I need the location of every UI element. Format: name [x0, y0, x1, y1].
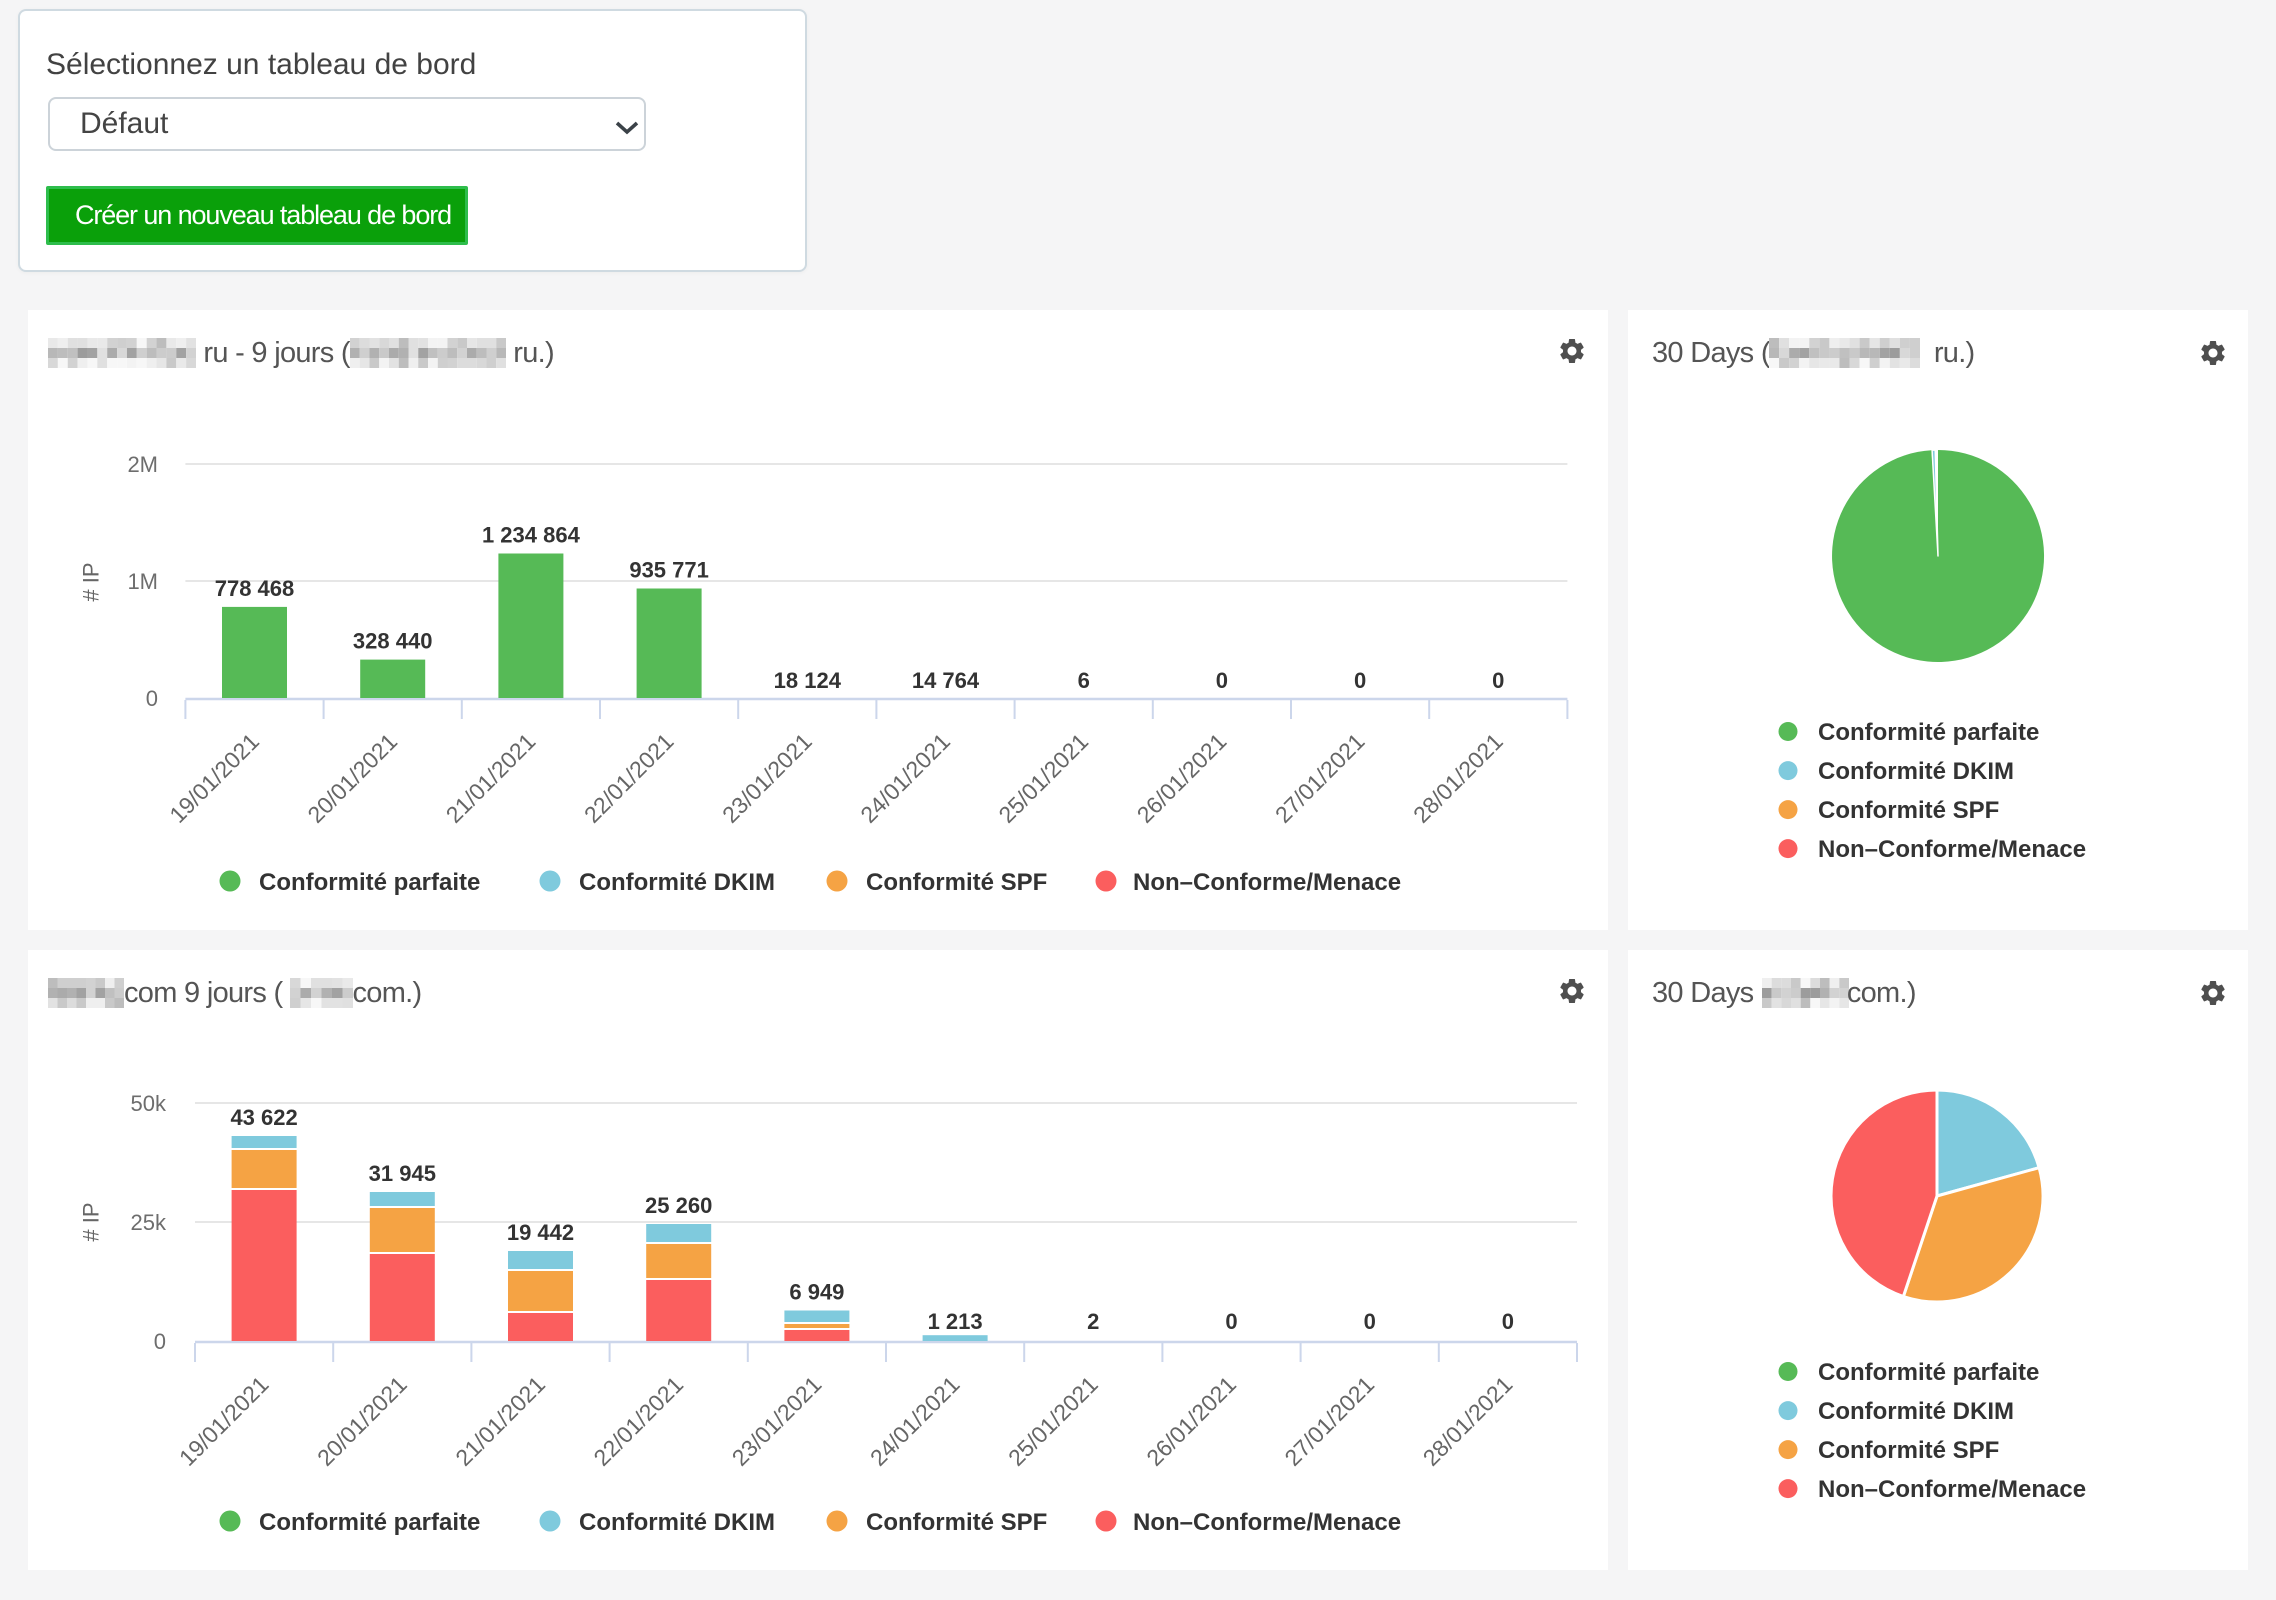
svg-text:25/01/2021: 25/01/2021 — [1003, 1371, 1103, 1471]
svg-text:1M: 1M — [127, 569, 158, 594]
svg-text:1 234 864: 1 234 864 — [482, 523, 581, 548]
svg-text:0: 0 — [146, 686, 158, 711]
svg-text:23/01/2021: 23/01/2021 — [727, 1371, 827, 1471]
svg-text:19 442: 19 442 — [507, 1220, 574, 1245]
svg-text:328 440: 328 440 — [353, 629, 433, 654]
svg-text:Conformité parfaite: Conformité parfaite — [259, 1509, 480, 1536]
svg-text:1 213: 1 213 — [928, 1309, 983, 1334]
svg-text:Conformité DKIM: Conformité DKIM — [1818, 758, 2014, 785]
svg-text:Conformité SPF: Conformité SPF — [1818, 797, 1999, 824]
svg-text:Conformité SPF: Conformité SPF — [1818, 1437, 1999, 1464]
svg-text:14 764: 14 764 — [912, 668, 980, 693]
svg-text:25k: 25k — [131, 1210, 167, 1235]
svg-text:0: 0 — [1364, 1309, 1376, 1334]
svg-text:28/01/2021: 28/01/2021 — [1408, 728, 1508, 828]
svg-text:28/01/2021: 28/01/2021 — [1418, 1371, 1518, 1471]
svg-text:25 260: 25 260 — [645, 1193, 712, 1218]
svg-text:Non–Conforme/Menace: Non–Conforme/Menace — [1818, 1476, 2086, 1503]
svg-text:24/01/2021: 24/01/2021 — [855, 728, 955, 828]
svg-text:6 949: 6 949 — [789, 1280, 844, 1305]
svg-text:Conformité DKIM: Conformité DKIM — [1818, 1398, 2014, 1425]
svg-text:21/01/2021: 21/01/2021 — [441, 728, 541, 828]
svg-text:Conformité parfaite: Conformité parfaite — [259, 869, 480, 896]
svg-text:Conformité DKIM: Conformité DKIM — [579, 869, 775, 896]
svg-text:21/01/2021: 21/01/2021 — [450, 1371, 550, 1471]
svg-text:27/01/2021: 27/01/2021 — [1270, 728, 1370, 828]
svg-text:935 771: 935 771 — [629, 558, 709, 583]
svg-text:Non–Conforme/Menace: Non–Conforme/Menace — [1818, 836, 2086, 863]
svg-text:26/01/2021: 26/01/2021 — [1141, 1371, 1241, 1471]
svg-text:20/01/2021: 20/01/2021 — [302, 728, 402, 828]
svg-text:Conformité SPF: Conformité SPF — [866, 869, 1047, 896]
svg-text:Non–Conforme/Menace: Non–Conforme/Menace — [1133, 1509, 1401, 1536]
svg-text:19/01/2021: 19/01/2021 — [164, 728, 264, 828]
svg-text:23/01/2021: 23/01/2021 — [717, 728, 817, 828]
svg-text:22/01/2021: 22/01/2021 — [579, 728, 679, 828]
svg-text:18 124: 18 124 — [774, 668, 842, 693]
svg-text:Conformité DKIM: Conformité DKIM — [579, 1509, 775, 1536]
svg-text:6: 6 — [1078, 668, 1090, 693]
svg-text:Non–Conforme/Menace: Non–Conforme/Menace — [1133, 869, 1401, 896]
svg-text:27/01/2021: 27/01/2021 — [1279, 1371, 1379, 1471]
svg-text:43 622: 43 622 — [230, 1105, 297, 1130]
svg-text:24/01/2021: 24/01/2021 — [865, 1371, 965, 1471]
svg-text:778 468: 778 468 — [215, 576, 295, 601]
svg-text:Conformité parfaite: Conformité parfaite — [1818, 719, 2039, 746]
svg-text:Conformité parfaite: Conformité parfaite — [1818, 1359, 2039, 1386]
svg-text:26/01/2021: 26/01/2021 — [1132, 728, 1232, 828]
svg-text:2M: 2M — [127, 452, 158, 477]
svg-text:0: 0 — [1225, 1309, 1237, 1334]
svg-text:# IP: # IP — [79, 562, 104, 601]
svg-text:31 945: 31 945 — [369, 1161, 436, 1186]
svg-text:0: 0 — [154, 1329, 166, 1354]
svg-text:19/01/2021: 19/01/2021 — [174, 1371, 274, 1471]
svg-text:2: 2 — [1087, 1309, 1099, 1334]
svg-text:0: 0 — [1502, 1309, 1514, 1334]
svg-text:22/01/2021: 22/01/2021 — [588, 1371, 688, 1471]
svg-text:20/01/2021: 20/01/2021 — [312, 1371, 412, 1471]
svg-text:50k: 50k — [131, 1091, 167, 1116]
svg-text:25/01/2021: 25/01/2021 — [993, 728, 1093, 828]
svg-text:0: 0 — [1492, 668, 1504, 693]
svg-text:# IP: # IP — [79, 1202, 104, 1241]
svg-text:0: 0 — [1354, 668, 1366, 693]
svg-text:Conformité SPF: Conformité SPF — [866, 1509, 1047, 1536]
svg-text:0: 0 — [1216, 668, 1228, 693]
